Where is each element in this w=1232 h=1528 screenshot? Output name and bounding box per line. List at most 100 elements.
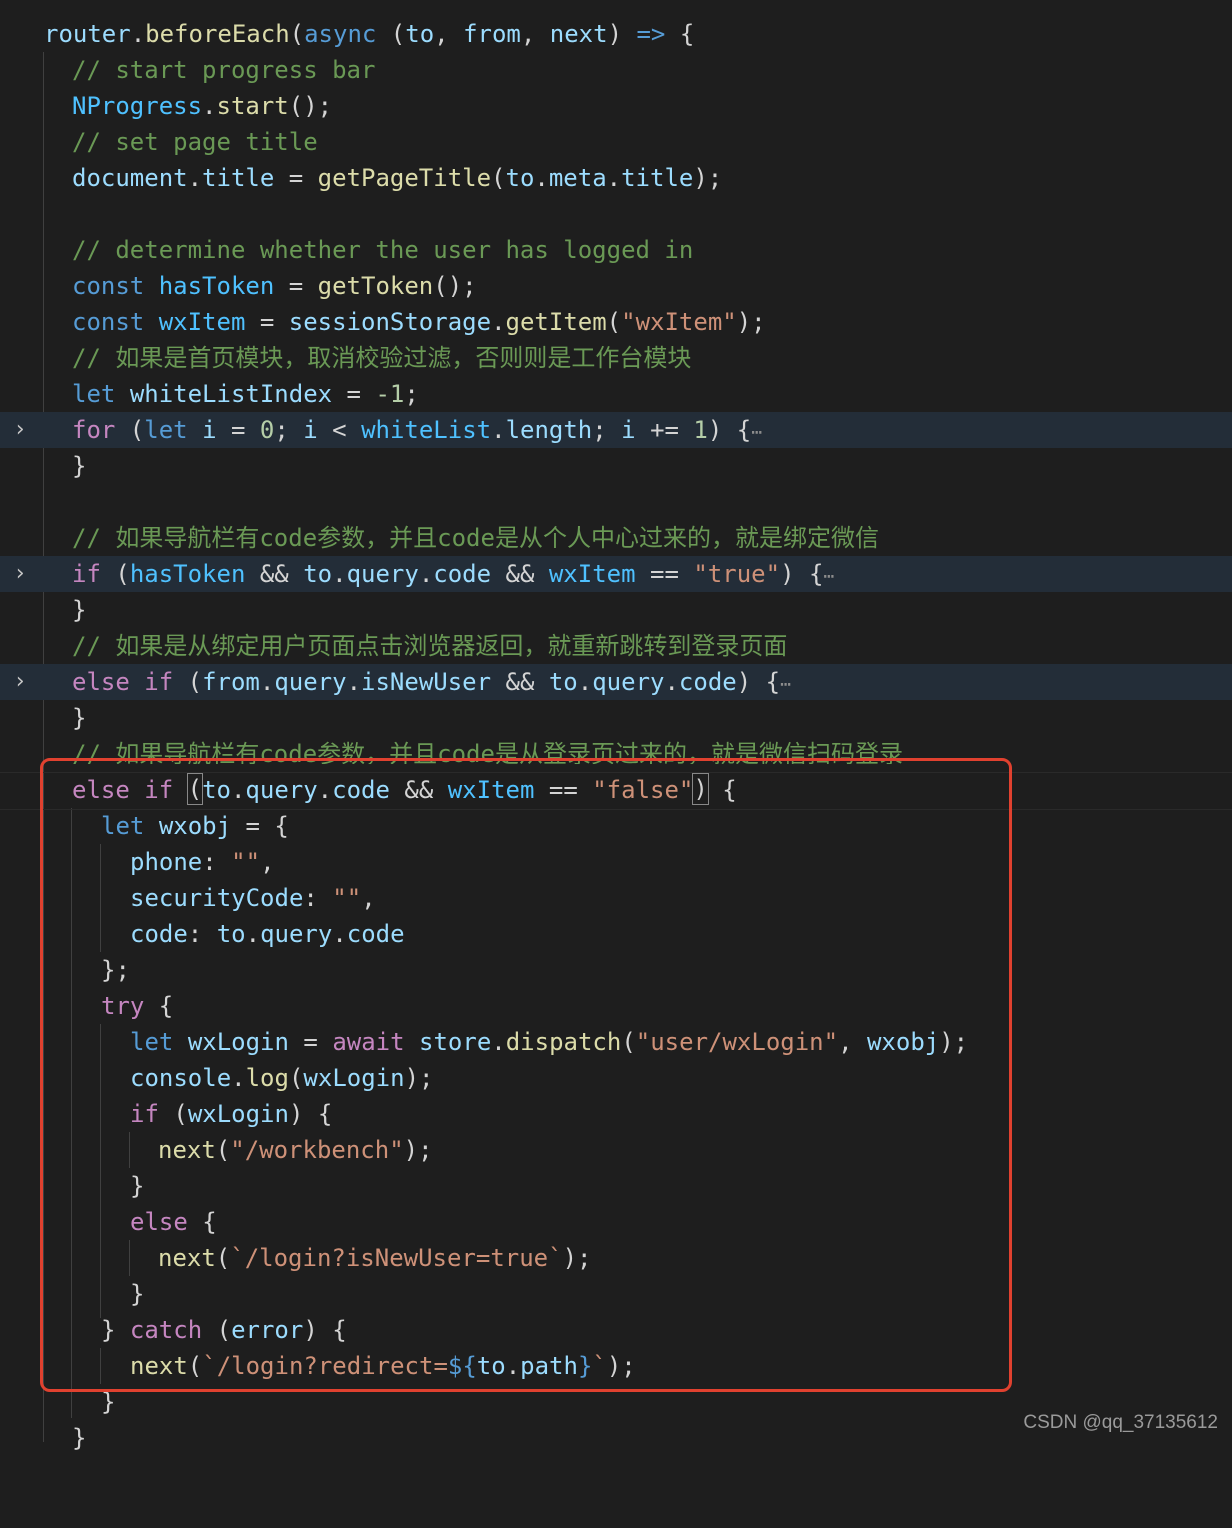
- token: sessionStorage: [288, 308, 492, 336]
- code-line[interactable]: }: [0, 592, 1232, 628]
- token: ) {: [707, 416, 752, 444]
- code-line[interactable]: document.title = getPageTitle(to.meta.ti…: [0, 160, 1232, 196]
- token: to: [303, 560, 333, 588]
- token: ) {: [780, 560, 824, 588]
- token: (: [289, 20, 305, 48]
- token: beforeEach: [145, 20, 290, 48]
- token: ==: [635, 560, 694, 588]
- token: &&: [491, 668, 549, 696]
- token: 0: [259, 416, 275, 444]
- token: from: [202, 668, 260, 696]
- code-line-folded[interactable]: › for (let i = 0; i < whiteList.length; …: [0, 412, 1232, 448]
- token: const: [72, 272, 145, 300]
- token: getToken: [317, 272, 434, 300]
- fold-ellipsis[interactable]: ⋯: [823, 566, 834, 587]
- code-line-folded[interactable]: › if (hasToken && to.query.code && wxIte…: [0, 556, 1232, 592]
- chevron-right-icon[interactable]: ›: [10, 556, 30, 592]
- token: );: [736, 308, 766, 336]
- comment: // 如果导航栏有code参数，并且code是从个人中心过来的，就是绑定微信: [72, 524, 879, 552]
- code-line[interactable]: // start progress bar: [0, 52, 1232, 88]
- token: .: [664, 668, 679, 696]
- code-line[interactable]: // 如果导航栏有code参数，并且code是从个人中心过来的，就是绑定微信: [0, 520, 1232, 556]
- token: query: [592, 668, 665, 696]
- token: =: [332, 380, 376, 408]
- token: .: [606, 164, 622, 192]
- annotation-highlight-box: [40, 758, 1012, 1392]
- token: document: [72, 164, 188, 192]
- token: router: [44, 20, 131, 48]
- token: if: [144, 668, 174, 696]
- fold-ellipsis[interactable]: ⋯: [751, 422, 762, 443]
- token: 1: [693, 416, 708, 444]
- token: "true": [693, 560, 781, 588]
- token: meta: [548, 164, 607, 192]
- token: wxItem: [548, 560, 636, 588]
- token: }: [72, 704, 87, 732]
- token: let: [144, 416, 188, 444]
- token: .: [418, 560, 434, 588]
- token: else: [72, 668, 130, 696]
- token: wxItem: [158, 308, 246, 336]
- code-line[interactable]: NProgress.start();: [0, 88, 1232, 124]
- token: code: [678, 668, 737, 696]
- token: ;: [404, 380, 419, 408]
- code-line[interactable]: // determine whether the user has logged…: [0, 232, 1232, 268]
- token: ): [607, 20, 637, 48]
- code-line[interactable]: const wxItem = sessionStorage.getItem("w…: [0, 304, 1232, 340]
- code-line-folded[interactable]: › else if (from.query.isNewUser && to.qu…: [0, 664, 1232, 700]
- token: {: [665, 20, 695, 48]
- token: .: [187, 164, 203, 192]
- code-line[interactable]: let whiteListIndex = -1;: [0, 376, 1232, 412]
- token: async: [304, 20, 377, 48]
- token: .: [491, 416, 506, 444]
- token: -1: [375, 380, 405, 408]
- token: +=: [635, 416, 694, 444]
- token: i: [303, 416, 318, 444]
- token: length: [505, 416, 593, 444]
- token: }: [72, 452, 87, 480]
- code-line[interactable]: const hasToken = getToken();: [0, 268, 1232, 304]
- token: (: [173, 668, 203, 696]
- code-line[interactable]: }: [0, 700, 1232, 736]
- comment: // start progress bar: [72, 56, 376, 84]
- token: whiteList: [361, 416, 492, 444]
- token: next: [549, 20, 608, 48]
- token: ();: [288, 92, 333, 120]
- token: .: [346, 668, 362, 696]
- fold-ellipsis[interactable]: ⋯: [780, 674, 791, 695]
- code-line[interactable]: }: [0, 448, 1232, 484]
- code-line[interactable]: router.beforeEach(async (to, from, next)…: [0, 16, 1232, 52]
- code-editor[interactable]: router.beforeEach(async (to, from, next)…: [0, 0, 1232, 1452]
- token: }: [72, 596, 87, 624]
- token: .: [202, 92, 217, 120]
- token: query: [274, 668, 347, 696]
- token: =: [245, 308, 289, 336]
- token: to: [405, 20, 435, 48]
- token: .: [130, 20, 146, 48]
- token: .: [259, 668, 275, 696]
- token: (: [100, 560, 130, 588]
- code-line[interactable]: // 如果是从绑定用户页面点击浏览器返回，就重新跳转到登录页面: [0, 628, 1232, 664]
- token: (: [376, 20, 406, 48]
- token: =>: [636, 20, 666, 48]
- token: ,: [434, 20, 464, 48]
- token: (: [606, 308, 622, 336]
- token: to: [505, 164, 535, 192]
- chevron-right-icon[interactable]: ›: [10, 412, 30, 448]
- token: title: [202, 164, 275, 192]
- token: isNewUser: [361, 668, 492, 696]
- watermark: CSDN @qq_37135612: [1023, 1412, 1218, 1433]
- token: =: [216, 416, 260, 444]
- token: .: [577, 668, 593, 696]
- chevron-right-icon[interactable]: ›: [10, 664, 30, 700]
- token: );: [693, 164, 723, 192]
- token: ) {: [736, 668, 781, 696]
- token: .: [534, 164, 549, 192]
- code-line[interactable]: // 如果是首页模块，取消校验过滤，否则则是工作台模块: [0, 340, 1232, 376]
- token: code: [433, 560, 492, 588]
- code-line[interactable]: // set page title: [0, 124, 1232, 160]
